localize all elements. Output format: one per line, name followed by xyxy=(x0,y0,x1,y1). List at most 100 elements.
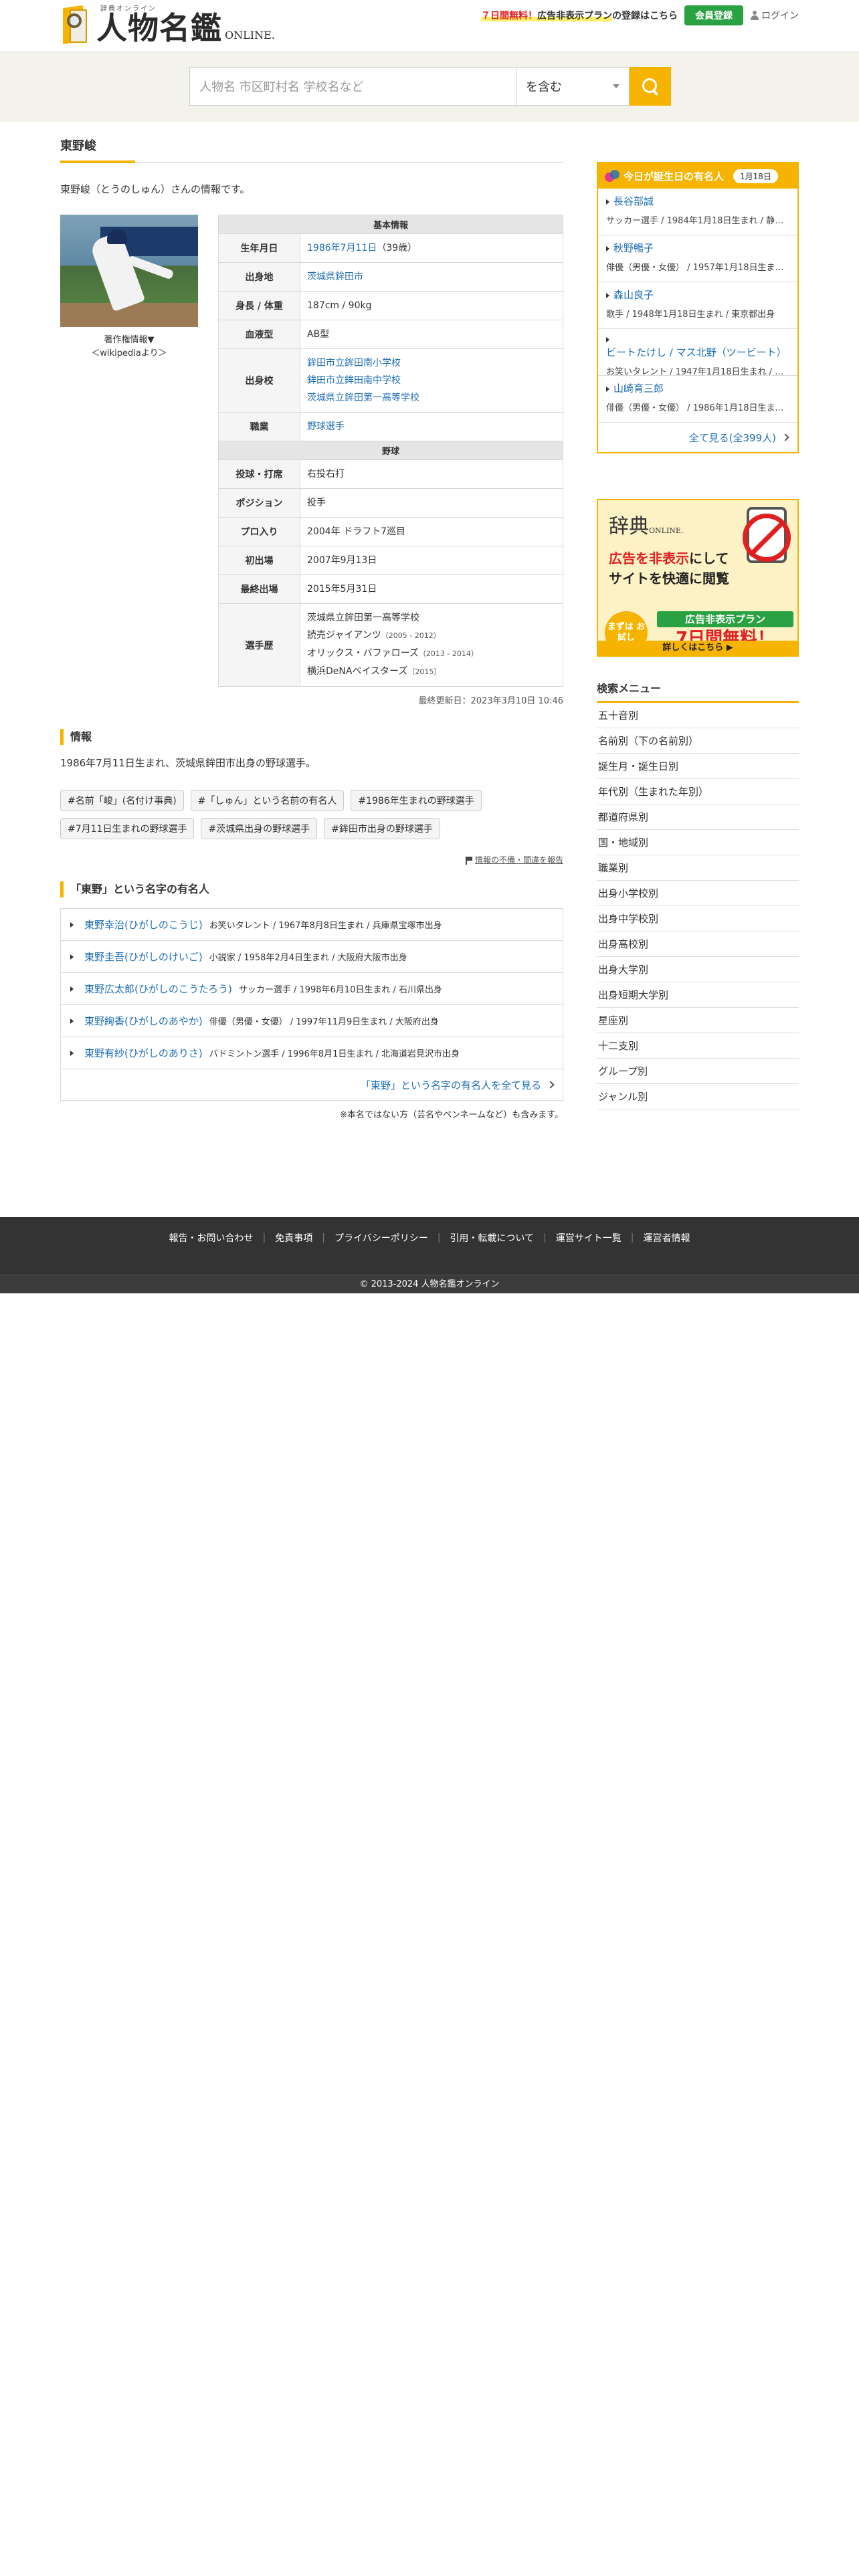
triangle-right-icon xyxy=(70,1050,74,1056)
search-bar: 人物名 市区町村名 学校名など を含む xyxy=(0,51,859,122)
list-item[interactable]: 東野有紗(ひがしのありさ) バドミントン選手 / 1996年8月1日生まれ / 北… xyxy=(61,1037,563,1069)
tag[interactable]: #7月11日生まれの野球選手 xyxy=(60,818,195,839)
age: （39歳） xyxy=(377,243,417,253)
see-all-surname-link[interactable]: 「東野」という名字の有名人を全て見る xyxy=(61,1069,563,1100)
footer-link[interactable]: 免責事項 xyxy=(266,1231,322,1245)
triangle-right-icon xyxy=(70,922,74,928)
profile-photo xyxy=(60,215,198,327)
photo-source: ＜wikipediaより＞ xyxy=(91,348,167,358)
ad-details-link[interactable]: 詳しくはこちら ▶ xyxy=(598,641,797,655)
row-label: 身長 / 体重 xyxy=(218,291,300,320)
triangle-right-icon xyxy=(70,1018,74,1024)
ad-free-banner[interactable]: 辞典ONLINE. 広告を非表示にして サイトを快適に閲覧 まずは お試し 広告… xyxy=(597,499,799,657)
register-button[interactable]: 会員登録 xyxy=(684,5,743,25)
site-footer: 報告・お問い合わせ | 免責事項 | プライバシーポリシー | 引用・転載について | … xyxy=(0,1217,859,1293)
footer-link[interactable]: 運営サイト一覧 xyxy=(547,1231,631,1245)
search-input[interactable]: 人物名 市区町村名 学校名など xyxy=(189,67,516,106)
profile-section: 著作権情報▼ ＜wikipediaより＞ 基本情報 生年月日 1986年7月11日… xyxy=(60,215,563,706)
copyright-info-toggle[interactable]: 著作権情報▼ xyxy=(60,334,198,347)
profile-table: 基本情報 生年月日 1986年7月11日（39歳） 出身地 茨城県鉾田市 身長 / … xyxy=(218,215,563,687)
pro-entry: 2004年 ドラフト7巡目 xyxy=(300,517,563,546)
last-appearance: 2015年5月31日 xyxy=(300,574,563,604)
tag-list: #名前「峻」(名付け事典) #「しゅん」という名前の有名人 #1986年生まれの… xyxy=(60,790,563,839)
menu-item[interactable]: 職業別 xyxy=(597,855,799,881)
footer-link[interactable]: 運営者情報 xyxy=(634,1231,699,1245)
search-icon xyxy=(641,77,660,96)
row-label: 最終出場 xyxy=(218,574,300,604)
school-link[interactable]: 茨城県立鉾田第一高等学校 xyxy=(307,393,419,403)
balloon-icon xyxy=(605,169,619,183)
tag[interactable]: #「しゅん」という名前の有名人 xyxy=(190,790,345,811)
tag[interactable]: #茨城県出身の野球選手 xyxy=(201,818,318,839)
same-surname-list: 東野幸治(ひがしのこうじ) お笑いタレント / 1967年8月8日生まれ / 兵庫… xyxy=(60,908,563,1101)
birthday-item[interactable]: ビートたけし / マス北野（ツービート） お笑いタレント / 1947年1月18日… xyxy=(598,329,797,377)
menu-item[interactable]: 出身大学別 xyxy=(597,957,799,982)
birthday-item[interactable]: 森山良子 歌手 / 1948年1月18日生まれ / 東京都出身 xyxy=(598,282,797,329)
row-label: 出身校 xyxy=(218,348,300,413)
ad-free-promo-link[interactable]: ７日間無料！広告非表示プランの登録はこちら xyxy=(481,9,678,22)
row-label: 出身地 xyxy=(218,262,300,292)
user-icon xyxy=(750,11,759,20)
list-item[interactable]: 東野圭吾(ひがしのけいご) 小説家 / 1958年2月4日生まれ / 大阪府大阪市… xyxy=(61,941,563,973)
menu-item[interactable]: 出身短期大学別 xyxy=(597,982,799,1008)
school-link[interactable]: 鉾田市立鉾田南中学校 xyxy=(307,375,401,386)
menu-item[interactable]: 五十音別 xyxy=(597,703,799,728)
footer-link[interactable]: 報告・お問い合わせ xyxy=(160,1231,263,1245)
chevron-down-icon xyxy=(613,84,619,88)
site-logo[interactable]: 辞典オンライン 人物名鑑 ONLINE. xyxy=(60,3,275,47)
occupation-link[interactable]: 野球選手 xyxy=(307,421,345,432)
position: 投手 xyxy=(300,488,563,518)
career-list: 茨城県立鉾田第一高等学校 読売ジャイアンツ（2005 - 2012） オリックス… xyxy=(300,603,563,687)
tag[interactable]: #1986年生まれの野球選手 xyxy=(351,790,482,811)
menu-item[interactable]: 出身高校別 xyxy=(597,932,799,957)
login-link[interactable]: ログイン xyxy=(750,9,799,22)
school-link[interactable]: 鉾田市立鉾田南小学校 xyxy=(307,358,401,368)
birthday-item[interactable]: 秋野暢子俳優（男優・女優） / 1957年1月18日生まれ / 大阪府 xyxy=(598,235,797,282)
birthday-box: 今日が誕生日の有名人 1月18日 長谷部誠 サッカー選手 / 1984年1月18日… xyxy=(597,162,799,453)
birthday-header: 今日が誕生日の有名人 1月18日 xyxy=(598,163,797,189)
row-label: 初出場 xyxy=(218,546,300,575)
footer-link[interactable]: 引用・転載について xyxy=(440,1231,543,1245)
list-item[interactable]: 東野広太郎(ひがしのこうたろう) サッカー選手 / 1998年6月10日生まれ /… xyxy=(61,973,563,1005)
menu-item[interactable]: 星座別 xyxy=(597,1008,799,1033)
ad-plan-label: 広告非表示プラン xyxy=(657,611,793,627)
row-label: 投球・打席 xyxy=(218,459,300,489)
tag[interactable]: #名前「峻」(名付け事典) xyxy=(60,790,184,811)
menu-item[interactable]: 出身小学校別 xyxy=(597,881,799,906)
tag[interactable]: #鉾田市出身の野球選手 xyxy=(324,818,440,839)
blood-type: AB型 xyxy=(300,320,563,349)
menu-item[interactable]: 名前別（下の名前別） xyxy=(597,728,799,754)
menu-item[interactable]: 年代別（生まれた年別） xyxy=(597,779,799,804)
same-surname-heading: 「東野」という名字の有名人 xyxy=(60,881,563,897)
birthday-item[interactable]: 長谷部誠 サッカー選手 / 1984年1月18日生まれ / 静岡県 xyxy=(598,189,797,235)
menu-item[interactable]: 十二支別 xyxy=(597,1033,799,1059)
hometown-link[interactable]: 茨城県鉾田市 xyxy=(307,272,363,282)
copyright: © 2013-2024 人物名鑑オンライン xyxy=(0,1275,859,1293)
logo-book-icon xyxy=(60,4,90,45)
search-menu: 五十音別 名前別（下の名前別） 誕生月・誕生日別 年代別（生まれた年別） 都道府… xyxy=(597,703,799,1109)
row-label: ポジション xyxy=(218,488,300,518)
site-header: 辞典オンライン 人物名鑑 ONLINE. ７日間無料！広告非表示プランの登録はこち… xyxy=(0,0,859,51)
footer-link[interactable]: プライバシーポリシー xyxy=(325,1231,438,1245)
basic-info-header: 基本情報 xyxy=(218,215,563,234)
see-all-birthday-link[interactable]: 全て見る(全399人) xyxy=(598,423,797,452)
search-button[interactable] xyxy=(630,67,671,106)
report-link[interactable]: 情報の不備・間違を報告 xyxy=(60,854,563,865)
list-item[interactable]: 東野幸治(ひがしのこうじ) お笑いタレント / 1967年8月8日生まれ / 兵庫… xyxy=(61,909,563,941)
menu-item[interactable]: ジャンル別 xyxy=(597,1084,799,1109)
search-mode-select[interactable]: を含む xyxy=(516,67,630,106)
date-badge: 1月18日 xyxy=(733,169,778,183)
menu-item[interactable]: 国・地域別 xyxy=(597,830,799,855)
menu-item[interactable]: 誕生月・誕生日別 xyxy=(597,754,799,779)
menu-item[interactable]: 出身中学校別 xyxy=(597,906,799,932)
chevron-right-icon xyxy=(781,433,789,441)
menu-item[interactable]: グループ別 xyxy=(597,1059,799,1084)
ad-brand: 辞典ONLINE. xyxy=(609,515,684,538)
height-weight: 187cm / 90kg xyxy=(300,291,563,320)
birthdate-link[interactable]: 1986年7月11日 xyxy=(307,243,377,253)
list-item[interactable]: 東野絢香(ひがしのあやか) 俳優（男優・女優） / 1997年11月9日生まれ /… xyxy=(61,1005,563,1037)
birthday-item[interactable]: 山崎育三郎俳優（男優・女優） / 1986年1月18日生まれ / 東京都 xyxy=(598,376,797,423)
menu-item[interactable]: 都道府県別 xyxy=(597,804,799,830)
row-label: 選手歴 xyxy=(218,603,300,687)
search-menu-title: 検索メニュー xyxy=(597,679,799,703)
